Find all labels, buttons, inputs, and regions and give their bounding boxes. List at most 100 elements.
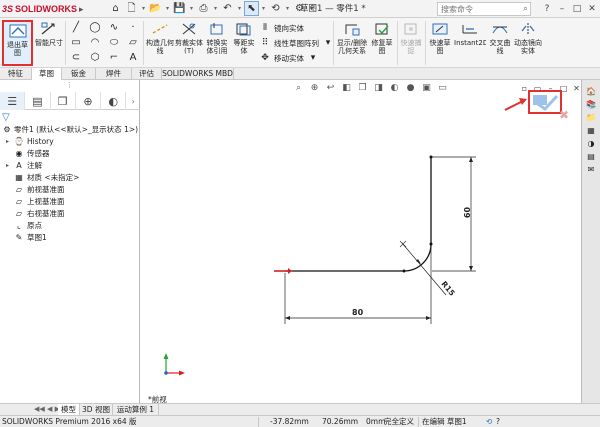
tab-model[interactable]: 模型 <box>58 404 80 415</box>
chevron-down-icon[interactable]: ▾ <box>212 1 219 16</box>
forum-icon[interactable]: ✉ <box>585 164 598 175</box>
tab-3d-views[interactable]: 3D 视图 <box>80 404 113 415</box>
tree-node-right-plane[interactable]: ▱ 右视基准面 <box>0 208 140 220</box>
hide-show-icon[interactable]: ◐ <box>388 82 401 94</box>
help-icon[interactable]: ? <box>541 1 553 16</box>
linear-pattern-button[interactable]: ⠿ 线性草图阵列 ▾ <box>259 36 334 50</box>
chevron-down-icon[interactable]: ▾ <box>188 1 195 16</box>
tab-sheet-metal[interactable]: 钣金 <box>62 68 96 80</box>
property-manager-icon[interactable]: ▤ <box>25 92 51 110</box>
tab-sketch[interactable]: 草图 <box>32 68 62 80</box>
sketch-endpoint[interactable] <box>402 269 406 273</box>
close-icon[interactable]: ✕ <box>586 1 598 16</box>
offset-entities-button[interactable]: 等距实体 <box>231 20 257 66</box>
view-settings-icon[interactable]: ▭ <box>436 82 449 94</box>
convert-entities-button[interactable]: 转换实体引用 <box>204 20 230 66</box>
print-icon[interactable]: ⎙ <box>196 1 211 16</box>
fillet-icon[interactable]: ⌐ <box>106 51 122 65</box>
chevron-down-icon[interactable]: ▾ <box>307 52 319 64</box>
custom-properties-icon[interactable]: ▤ <box>585 151 598 162</box>
sketch-profile[interactable] <box>285 157 432 272</box>
confirm-check-icon[interactable] <box>530 92 560 112</box>
construction-geometry-button[interactable]: 构造几何线 <box>146 20 174 66</box>
tree-node-sketch1[interactable]: ✎ 草图1 <box>0 232 140 244</box>
tab-mbd[interactable]: SOLIDWORKS MBD <box>162 68 234 80</box>
maximize-icon[interactable]: □ <box>571 1 583 16</box>
polygon-icon[interactable]: ⬡ <box>87 51 103 65</box>
repair-sketch-button[interactable]: 修复草图 <box>369 20 395 66</box>
move-entities-button[interactable]: ✥ 移动实体 ▾ <box>259 51 319 65</box>
display-relations-button[interactable]: 显示/删除几何关系 <box>336 20 368 66</box>
display-manager-icon[interactable]: ◐ <box>101 92 127 110</box>
chevron-down-icon[interactable]: ▾ <box>236 1 243 16</box>
arc-icon[interactable]: ◠ <box>87 36 103 50</box>
undo-icon[interactable]: ↶ <box>220 1 235 16</box>
expand-arrow-icon[interactable]: ▸ <box>6 160 12 172</box>
solidworks-logo[interactable]: 3S SOLIDWORKS ▸ <box>2 2 84 16</box>
chevron-down-icon[interactable]: ▾ <box>284 1 291 16</box>
chevron-down-icon[interactable]: ▾ <box>140 1 147 16</box>
rapid-sketch-button[interactable]: 快速草图 <box>427 20 453 66</box>
feature-tree-icon[interactable]: ☰ <box>0 92 26 110</box>
configuration-manager-icon[interactable]: ❐ <box>51 92 76 110</box>
appearances-icon[interactable]: ◑ <box>585 138 598 149</box>
dim-vertical-text[interactable]: 60 <box>463 207 472 218</box>
line-icon[interactable]: ╱ <box>68 21 84 35</box>
mirror-entities-button[interactable]: ⫴ 镜向实体 <box>259 21 304 35</box>
cancel-x-icon[interactable]: ✖ <box>559 108 569 122</box>
tree-node-material[interactable]: ▦ 材质 <未指定> <box>0 172 140 184</box>
zoom-area-icon[interactable]: ⊕ <box>308 82 321 94</box>
search-commands[interactable]: ⌕ <box>437 2 531 16</box>
home-icon[interactable]: ⌂ <box>108 1 123 16</box>
ellipse-icon[interactable]: ⬭ <box>106 36 122 50</box>
tab-weldments[interactable]: 焊件 <box>96 68 132 80</box>
search-icon[interactable]: ⌕ <box>523 3 528 15</box>
filter-icon[interactable]: ▽ <box>2 112 10 124</box>
exit-sketch-button[interactable]: 退出草图 <box>2 20 33 66</box>
save-icon[interactable]: 💾 <box>172 1 187 16</box>
zoom-fit-icon[interactable]: ⌕ <box>292 82 305 94</box>
chevron-down-icon[interactable]: ▾ <box>164 1 171 16</box>
intersection-curve-button[interactable]: 交叉曲线 <box>487 20 513 66</box>
tree-node-part[interactable]: ⚙ 零件1 (默认<<默认>_显示状态 1>) <box>0 124 140 136</box>
dynamic-mirror-button[interactable]: 动态镜向实体 <box>514 20 542 66</box>
dimxpert-icon[interactable]: ⊕ <box>76 92 102 110</box>
new-file-icon[interactable]: 🗋 <box>124 1 139 16</box>
tree-node-annotations[interactable]: ▸ A 注解 <box>0 160 140 172</box>
tab-motion-study[interactable]: 运动算例 1 <box>113 404 159 415</box>
plane-icon[interactable]: ▱ <box>125 36 141 50</box>
sketch-canvas[interactable] <box>140 80 581 403</box>
trim-entities-button[interactable]: 剪裁实体(T) <box>175 20 203 66</box>
question-icon[interactable]: ? <box>496 416 500 427</box>
design-library-icon[interactable]: 📚 <box>585 99 598 110</box>
close-icon[interactable]: ✕ <box>572 83 581 93</box>
tree-node-history[interactable]: ▸ ⌚ History <box>0 136 140 148</box>
tab-evaluate[interactable]: 评估 <box>132 68 162 80</box>
smart-dimension-button[interactable]: 智能尺寸 <box>35 20 63 66</box>
tree-node-front-plane[interactable]: ▱ 前视基准面 <box>0 184 140 196</box>
select-cursor-icon[interactable]: ⬉ <box>244 1 259 16</box>
dim-horizontal-text[interactable]: 80 <box>352 308 363 317</box>
rebuild-status-icon[interactable]: ⟲ <box>486 416 492 427</box>
sketch-endpoint[interactable] <box>429 242 433 246</box>
rectangle-icon[interactable]: ▭ <box>68 36 84 50</box>
appearance-icon[interactable]: ● <box>404 82 417 94</box>
previous-view-icon[interactable]: ↩ <box>324 82 337 94</box>
slot-icon[interactable]: ⊂ <box>68 51 84 65</box>
open-icon[interactable]: 📂 <box>148 1 163 16</box>
display-style-icon[interactable]: ◨ <box>372 82 385 94</box>
text-icon[interactable]: A <box>125 51 141 65</box>
point-icon[interactable]: · <box>125 21 141 35</box>
graphics-area[interactable]: 60 80 R15 ⌕ ⊕ ↩ ◧ ❒ ◨ ◐ ● ▣ ▭ ▫ ▭ – □ ✕ <box>140 80 581 403</box>
scene-icon[interactable]: ▣ <box>420 82 433 94</box>
section-view-icon[interactable]: ◧ <box>340 82 353 94</box>
spline-icon[interactable]: ∿ <box>106 21 122 35</box>
rebuild-icon[interactable]: ⟲ <box>268 1 283 16</box>
file-explorer-icon[interactable]: 📁 <box>585 112 598 123</box>
tree-node-sensors[interactable]: ◉ 传感器 <box>0 148 140 160</box>
circle-icon[interactable]: ◯ <box>87 21 103 35</box>
radius-dimension[interactable] <box>399 240 447 296</box>
tab-features[interactable]: 特征 <box>0 68 32 80</box>
tree-node-origin[interactable]: ⌞ 原点 <box>0 220 140 232</box>
tree-node-top-plane[interactable]: ▱ 上视基准面 <box>0 196 140 208</box>
